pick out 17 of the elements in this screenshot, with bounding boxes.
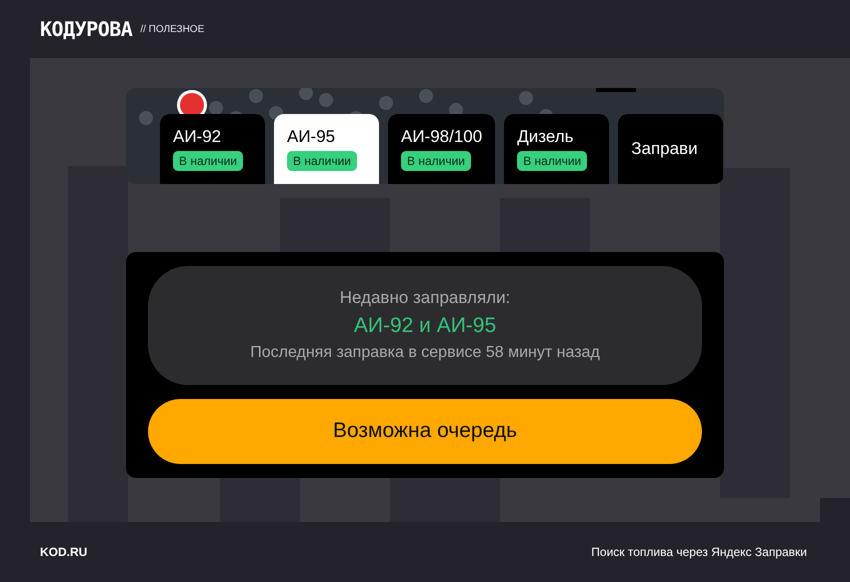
- fuel-tab[interactable]: АИ-98/100 В наличии: [388, 114, 496, 184]
- recent-title: Недавно заправляли:: [340, 288, 510, 308]
- service-tab[interactable]: Заправи: [618, 114, 724, 184]
- site-link[interactable]: KOD.RU: [40, 545, 88, 559]
- fuel-tab[interactable]: АИ-95 В наличии: [274, 114, 379, 184]
- availability-badge: В наличии: [401, 151, 472, 171]
- fuel-tab[interactable]: АИ-92 В наличии: [160, 114, 265, 184]
- recent-note: Последняя заправка в сервисе 58 минут назад: [250, 344, 600, 362]
- footer-caption: Поиск топлива через Яндекс Заправки: [591, 545, 807, 559]
- availability-badge: В наличии: [287, 151, 358, 171]
- queue-button[interactable]: Возможна очередь: [148, 398, 702, 464]
- availability-badge: В наличии: [173, 151, 244, 171]
- recent-fuels: АИ-92 и АИ-95: [354, 314, 496, 338]
- section-label: // ПОЛЕЗНОЕ: [140, 24, 204, 34]
- fuel-tab[interactable]: Дизель В наличии: [504, 114, 610, 184]
- logo[interactable]: КОДУРОВА: [40, 17, 132, 41]
- availability-badge: В наличии: [517, 151, 588, 171]
